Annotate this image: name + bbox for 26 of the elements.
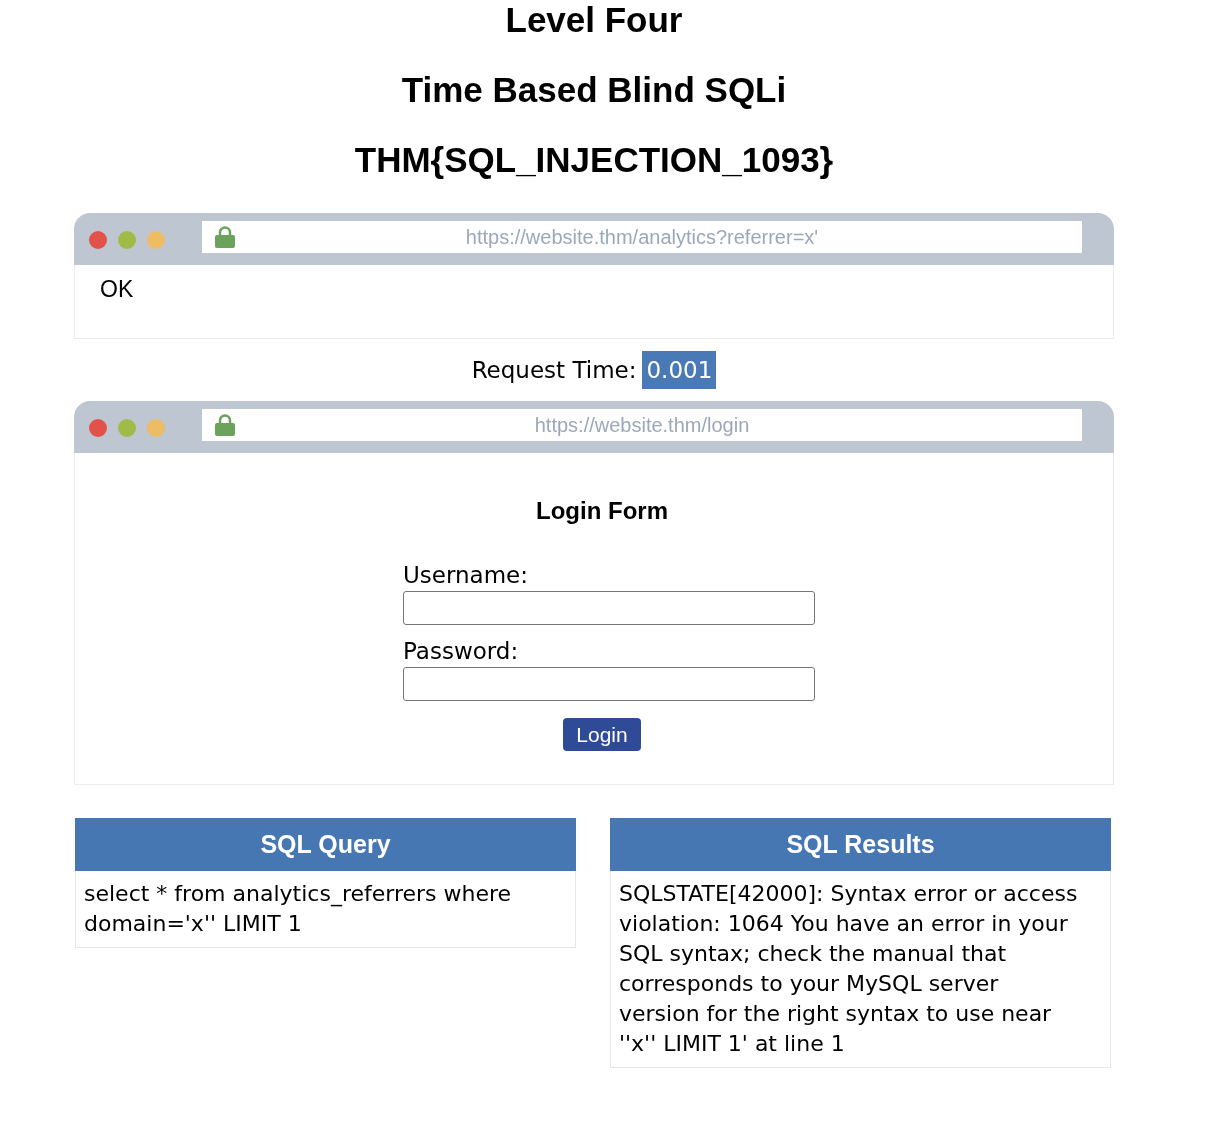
window-dot-icon	[118, 419, 136, 437]
page-heading: THM{SQL_INJECTION_1093}	[354, 140, 834, 180]
request-time-value: 0.001	[642, 351, 717, 389]
login-button[interactable]: Login	[563, 718, 641, 751]
window-dot-icon	[147, 231, 165, 249]
window-dot-icon	[147, 419, 165, 437]
panel-header: SQL Results	[610, 818, 1111, 871]
field-label: Username:	[403, 561, 528, 589]
panel-body: select * from analytics_referrers where domain='x'' LIMIT 1	[75, 871, 576, 948]
url-text: https://website.thm/login	[534, 413, 750, 437]
input-field[interactable]	[403, 591, 815, 625]
input-field[interactable]	[403, 667, 815, 701]
response-text: OK	[100, 276, 134, 302]
page-heading: Time Based Blind SQLi	[401, 70, 787, 110]
lock-icon	[215, 226, 235, 248]
panel-header: SQL Query	[75, 818, 576, 871]
url-text: https://website.thm/analytics?referrer=x'	[465, 225, 819, 249]
window-dot-icon	[118, 231, 136, 249]
window-dot-icon	[89, 231, 107, 249]
panel-body: SQLSTATE[42000]: Syntax error or access violation: 1064 You have an error in your SQL syntax; check the manual that corresponds to your MySQL server version for the right syntax to use near ''x'' LIMIT 1' at line 1	[610, 871, 1111, 1068]
form-title: Login Form	[536, 496, 668, 526]
window-dot-icon	[89, 419, 107, 437]
field-label: Password:	[403, 637, 519, 665]
lock-icon	[215, 414, 235, 436]
page-heading: Level Four	[505, 0, 683, 40]
request-time-label: Request Time:	[471, 356, 637, 384]
